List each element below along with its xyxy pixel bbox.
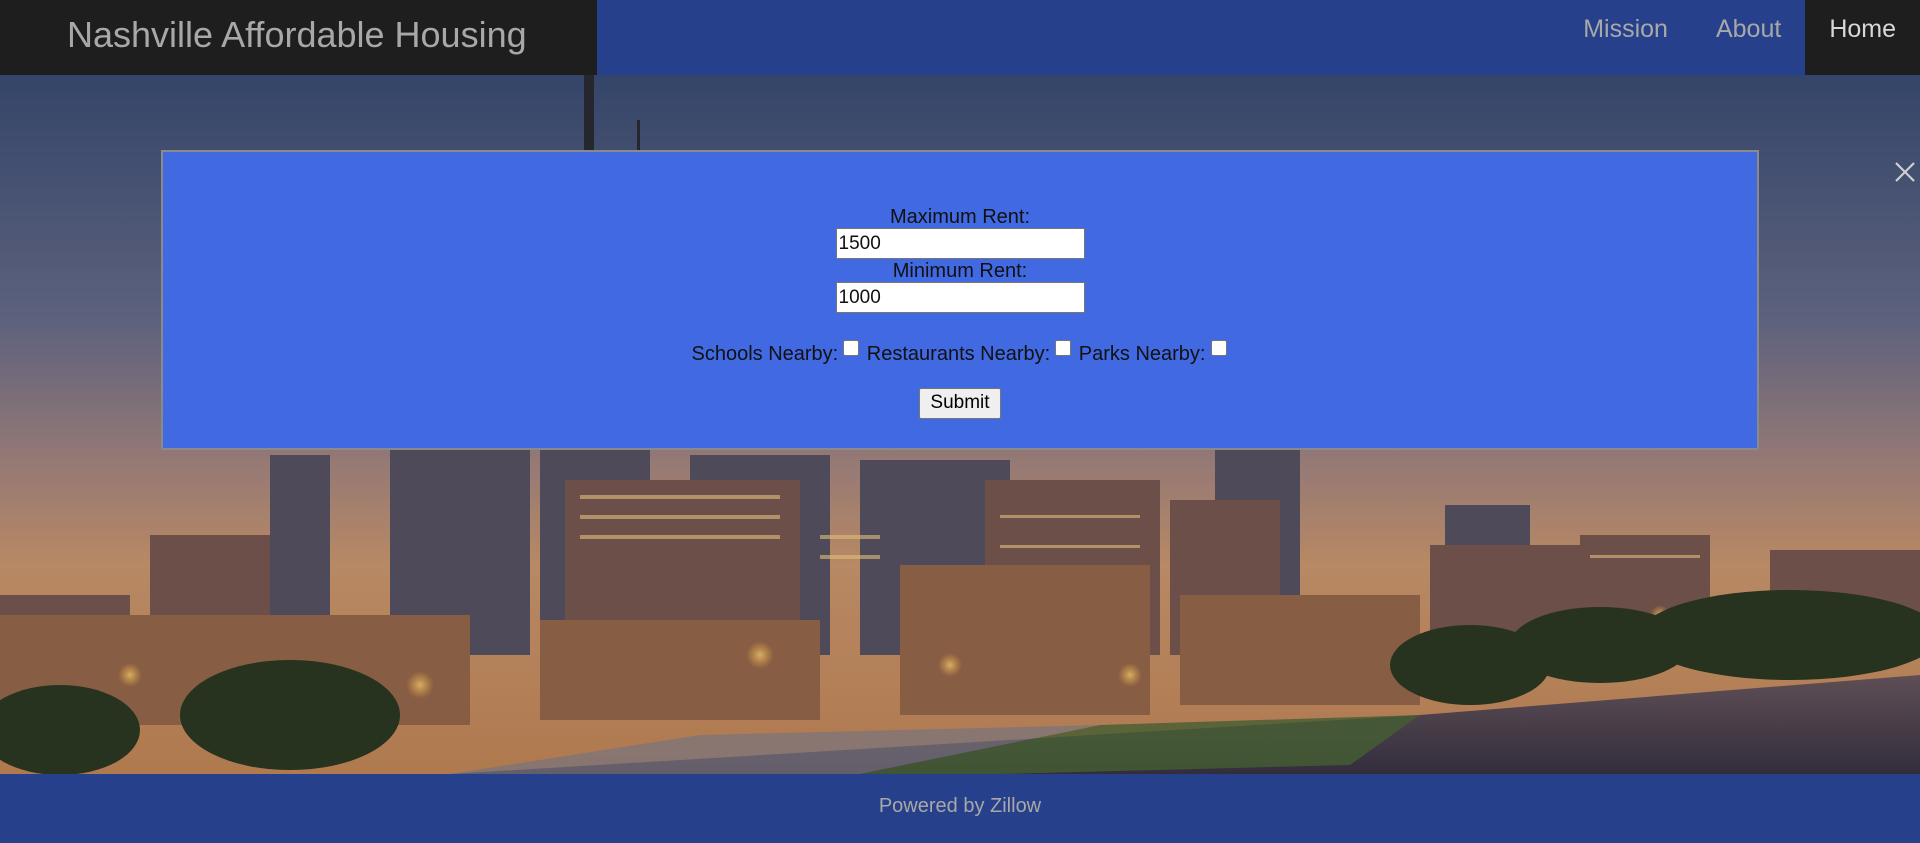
footer-credit: Powered by Zillow	[878, 795, 1042, 817]
max-rent-label: Maximum Rent:	[889, 206, 1031, 228]
nav-link-home[interactable]: Home	[1805, 0, 1920, 75]
nav-link-mission[interactable]: Mission	[1559, 0, 1692, 75]
min-rent-label: Minimum Rent:	[892, 260, 1028, 282]
top-navbar: Nashville Affordable Housing Mission Abo…	[0, 0, 1920, 75]
nav-link-about[interactable]: About	[1692, 0, 1805, 75]
max-rent-input[interactable]	[835, 228, 1085, 259]
parks-nearby-checkbox[interactable]	[1210, 340, 1227, 356]
restaurants-nearby-label: Restaurants Nearby:	[866, 343, 1051, 365]
min-rent-input[interactable]	[835, 282, 1085, 313]
restaurants-nearby-checkbox[interactable]	[1055, 340, 1072, 356]
page: Nashville Affordable Housing Mission Abo…	[0, 0, 1920, 843]
rent-filter-modal: Maximum Rent: Minimum Rent: Schools Near…	[161, 150, 1759, 450]
parks-nearby-label: Parks Nearby:	[1078, 343, 1206, 365]
schools-nearby-label: Schools Nearby:	[691, 343, 839, 365]
footer: Powered by Zillow	[0, 774, 1920, 843]
rent-filter-form: Maximum Rent: Minimum Rent: Schools Near…	[163, 152, 1757, 419]
brand-title[interactable]: Nashville Affordable Housing	[0, 0, 597, 75]
submit-button[interactable]: Submit	[919, 388, 1001, 419]
schools-nearby-checkbox[interactable]	[843, 340, 860, 356]
main-nav: Mission About Home	[1559, 0, 1920, 75]
amenity-checkbox-row: Schools Nearby: Restaurants Nearby: Park…	[163, 340, 1757, 365]
close-icon[interactable]	[1893, 160, 1917, 184]
